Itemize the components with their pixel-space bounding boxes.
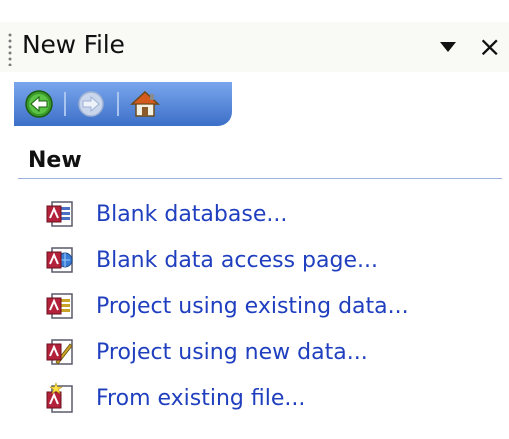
section-heading-new: New [28,148,82,173]
database-icon [46,201,73,227]
list-item-label: Blank database... [96,201,288,227]
forward-button[interactable] [76,89,106,119]
forward-arrow-icon [78,91,104,117]
task-pane-header: New File × [0,22,509,72]
home-icon [130,90,160,117]
navigation-toolbar [14,82,232,126]
list-item-label: From existing file... [96,385,306,411]
list-item-label: Project using existing data... [96,293,409,319]
toolbar-separator [64,92,66,116]
toolbar-separator [117,92,119,116]
close-button[interactable]: × [478,32,506,62]
list-item-from-existing-file[interactable]: From existing file... [44,378,305,418]
list-item-project-new-data[interactable]: Project using new data... [44,332,368,372]
pane-menu-button[interactable] [438,37,458,57]
project-new-data-icon [46,339,73,365]
project-existing-data-icon [46,293,73,319]
back-arrow-icon [25,90,53,118]
list-item-label: Project using new data... [96,339,368,365]
list-item-blank-data-access-page[interactable]: Blank data access page... [44,240,378,280]
list-item-blank-database[interactable]: Blank database... [44,194,287,234]
drag-grip-icon[interactable] [8,32,12,66]
back-button[interactable] [24,89,54,119]
section-divider [18,178,502,179]
data-access-page-icon [46,247,73,273]
triangle-down-icon [440,42,456,52]
list-item-label: Blank data access page... [96,247,378,273]
list-item-project-existing-data[interactable]: Project using existing data... [44,286,409,326]
existing-file-icon [46,382,73,413]
home-button[interactable] [130,89,160,119]
task-pane-title: New File [22,30,125,59]
task-pane: New File × New Blank database... Blank d… [0,0,509,439]
